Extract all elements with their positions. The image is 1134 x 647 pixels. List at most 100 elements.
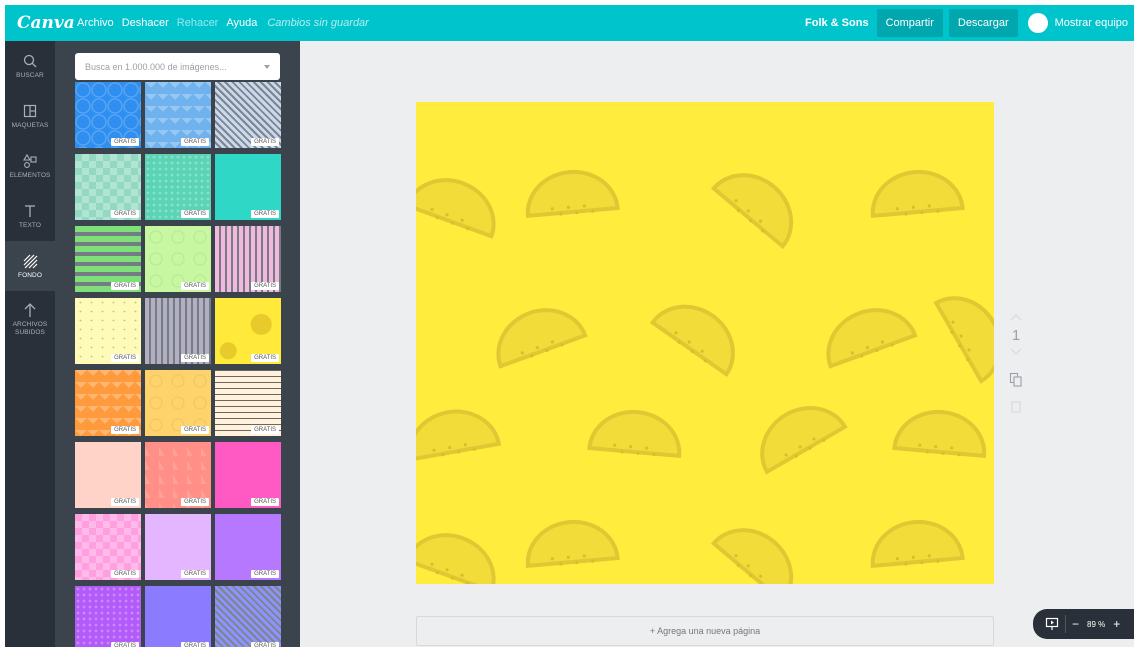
menu-rehacer[interactable]: Rehacer [177, 17, 219, 29]
free-badge: GRATIS [181, 642, 209, 647]
background-tile[interactable]: GRATIS [215, 442, 281, 508]
free-badge: GRATIS [111, 642, 139, 647]
avatar[interactable] [1027, 13, 1048, 33]
free-badge: GRATIS [111, 426, 139, 434]
free-badge: GRATIS [181, 426, 209, 434]
design-canvas[interactable] [416, 102, 994, 584]
background-tile[interactable]: GRATIS [145, 586, 211, 647]
rail-item-archivos[interactable]: ARCHIVOS SUBIDOS [5, 291, 55, 347]
upload-icon [24, 302, 36, 317]
text-icon [25, 204, 35, 217]
free-badge: GRATIS [181, 498, 209, 506]
add-page-button[interactable]: + Agrega una nueva página [416, 616, 994, 646]
free-badge: GRATIS [251, 210, 279, 218]
rail-label: ELEMENTOS [9, 171, 51, 179]
background-tile[interactable]: GRATIS [75, 298, 141, 364]
watermelon-slice [760, 406, 848, 475]
watermelon-slice [870, 519, 965, 569]
background-tile[interactable]: GRATIS [75, 586, 141, 647]
backgrounds-panel: Busca en 1.000.000 de imágenes... GRATIS… [55, 41, 300, 647]
free-badge: GRATIS [251, 282, 279, 290]
watermelon-slice [826, 308, 918, 369]
background-tile[interactable]: GRATIS [145, 226, 211, 292]
watermelon-slice [525, 519, 620, 569]
background-tile[interactable]: GRATIS [215, 226, 281, 292]
search-icon [23, 54, 37, 67]
page-tools: 1 [1006, 309, 1026, 418]
background-tile[interactable]: GRATIS [75, 154, 141, 220]
free-badge: GRATIS [181, 210, 209, 218]
watermelon-pattern [416, 169, 994, 584]
watermelon-slice [416, 178, 496, 239]
chevron-up-icon[interactable] [1009, 312, 1023, 322]
watermelon-slice [496, 308, 588, 369]
free-badge: GRATIS [181, 354, 209, 362]
rail-label: ARCHIVOS SUBIDOS [12, 320, 48, 336]
background-tile[interactable]: GRATIS [145, 514, 211, 580]
free-badge: GRATIS [111, 282, 139, 290]
free-badge: GRATIS [251, 426, 279, 434]
layout-icon [23, 104, 37, 117]
watermelon-slice [933, 296, 994, 384]
copy-page-icon[interactable] [1009, 372, 1023, 388]
free-badge: GRATIS [181, 138, 209, 146]
background-tile[interactable]: GRATIS [145, 370, 211, 436]
chevron-down-icon[interactable] [1009, 347, 1023, 357]
canva-logo[interactable]: Canva [17, 13, 77, 33]
background-tile[interactable]: GRATIS [215, 82, 281, 148]
background-tile[interactable]: GRATIS [75, 370, 141, 436]
rail-label: TEXTO [18, 221, 42, 229]
background-tile[interactable]: GRATIS [215, 370, 281, 436]
background-tile[interactable]: GRATIS [215, 154, 281, 220]
rail-item-maquetas[interactable]: MAQUETAS [5, 91, 55, 141]
background-tile[interactable]: GRATIS [75, 514, 141, 580]
menu-deshacer[interactable]: Deshacer [122, 17, 169, 29]
chevron-down-icon[interactable] [264, 64, 270, 69]
top-bar: Canva Archivo Deshacer Rehacer Ayuda Cam… [5, 5, 1134, 41]
team-name[interactable]: Folk & Sons [805, 17, 869, 29]
background-tile[interactable]: GRATIS [75, 82, 141, 148]
background-tile[interactable]: GRATIS [145, 154, 211, 220]
background-tile[interactable]: GRATIS [215, 514, 281, 580]
background-icon [23, 254, 38, 268]
rail-item-texto[interactable]: TEXTO [5, 191, 55, 241]
free-badge: GRATIS [111, 210, 139, 218]
free-badge: GRATIS [251, 570, 279, 578]
side-rail: BUSCAR MAQUETAS ELEMENTOS TEXTO FONDO AR… [5, 41, 55, 647]
free-badge: GRATIS [181, 570, 209, 578]
watermelon-slice [710, 528, 794, 584]
free-badge: GRATIS [111, 354, 139, 362]
background-tile[interactable]: GRATIS [145, 298, 211, 364]
download-button[interactable]: Descargar [948, 9, 1018, 37]
watermelon-slice [710, 173, 794, 250]
show-team-button[interactable]: Mostrar equipo [1055, 17, 1128, 29]
menu-archivo[interactable]: Archivo [77, 17, 114, 29]
free-badge: GRATIS [251, 138, 279, 146]
zoom-divider [1065, 615, 1066, 633]
watermelon-slice [525, 169, 620, 219]
background-tile[interactable]: GRATIS [145, 82, 211, 148]
zoom-value[interactable]: 89 % [1087, 620, 1105, 629]
background-tile[interactable]: GRATIS [215, 298, 281, 364]
search-placeholder: Busca en 1.000.000 de imágenes... [85, 61, 227, 72]
background-tile[interactable]: GRATIS [215, 586, 281, 647]
background-tile[interactable]: GRATIS [145, 442, 211, 508]
background-tile[interactable]: GRATIS [75, 226, 141, 292]
share-button[interactable]: Compartir [876, 9, 943, 37]
free-badge: GRATIS [111, 498, 139, 506]
rail-item-fondo[interactable]: FONDO [5, 241, 55, 291]
zoom-in-button[interactable]: + [1113, 617, 1120, 631]
rail-item-buscar[interactable]: BUSCAR [5, 41, 55, 91]
save-status: Cambios sin guardar [267, 17, 369, 29]
presentation-icon[interactable] [1045, 617, 1059, 631]
rail-item-elementos[interactable]: ELEMENTOS [5, 141, 55, 191]
background-tile[interactable]: GRATIS [75, 442, 141, 508]
menu-ayuda[interactable]: Ayuda [226, 17, 257, 29]
zoom-out-button[interactable]: − [1072, 617, 1079, 631]
search-input[interactable]: Busca en 1.000.000 de imágenes... [75, 53, 280, 80]
delete-page-icon[interactable] [1009, 399, 1023, 413]
page-number: 1 [1011, 327, 1021, 344]
shapes-icon [23, 153, 37, 168]
free-badge: GRATIS [111, 570, 139, 578]
rail-label: FONDO [18, 271, 42, 279]
